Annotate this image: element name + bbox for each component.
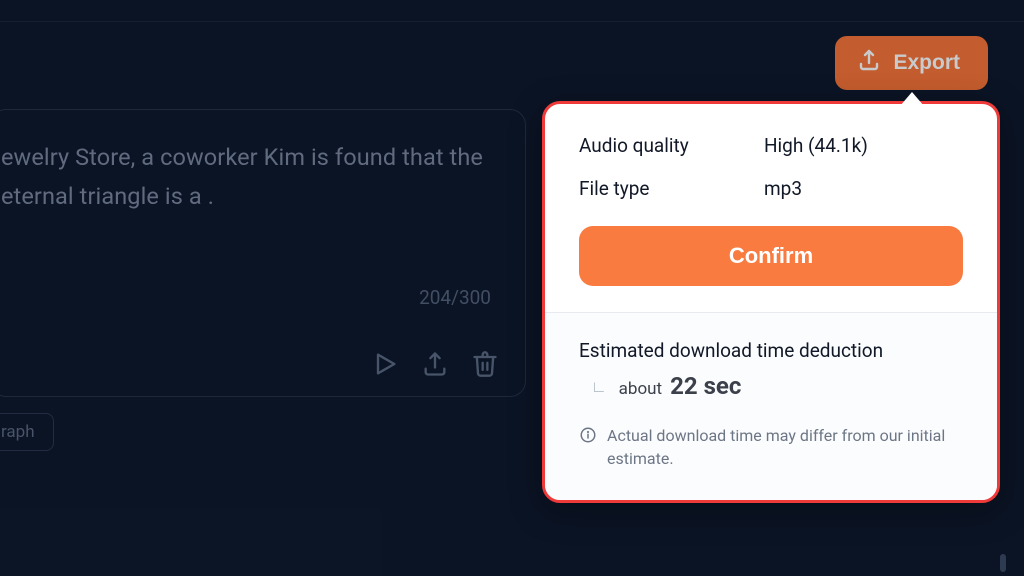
upload-icon: [857, 48, 881, 78]
export-button[interactable]: Export: [835, 36, 988, 90]
file-type-value[interactable]: mp3: [764, 177, 802, 200]
file-type-label: File type: [579, 177, 764, 200]
scrollbar-thumb[interactable]: [1000, 554, 1006, 572]
editor-card: ewelry Store, a coworker Kim is found th…: [0, 109, 526, 397]
tree-corner-icon: ∟: [591, 377, 607, 397]
play-icon[interactable]: [371, 350, 399, 378]
char-counter: 204/300: [419, 286, 491, 309]
estimate-value: 22 sec: [670, 372, 741, 400]
top-divider: [0, 21, 1024, 22]
popover-arrow: [900, 92, 924, 106]
estimate-note-text: Actual download time may differ from our…: [607, 424, 963, 470]
editor-action-row: [371, 350, 499, 378]
audio-quality-label: Audio quality: [579, 134, 764, 157]
estimate-about: about: [619, 379, 662, 399]
file-type-row: File type mp3: [579, 177, 963, 200]
confirm-button[interactable]: Confirm: [579, 226, 963, 286]
audio-quality-row: Audio quality High (44.1k): [579, 134, 963, 157]
estimate-line: ∟ about 22 sec: [591, 372, 963, 400]
paragraph-pill[interactable]: raph: [0, 413, 54, 451]
paragraph-pill-label: raph: [1, 422, 35, 442]
info-icon: [579, 426, 597, 444]
export-settings-section: Audio quality High (44.1k) File type mp3…: [545, 104, 997, 312]
editor-body-text[interactable]: ewelry Store, a coworker Kim is found th…: [1, 138, 491, 216]
estimate-title: Estimated download time deduction: [579, 339, 963, 362]
confirm-button-label: Confirm: [729, 243, 813, 268]
export-estimate-section: Estimated download time deduction ∟ abou…: [545, 313, 997, 500]
upload-icon[interactable]: [421, 350, 449, 378]
estimate-note: Actual download time may differ from our…: [579, 424, 963, 470]
trash-icon[interactable]: [471, 350, 499, 378]
audio-quality-value[interactable]: High (44.1k): [764, 134, 868, 157]
export-popover: Audio quality High (44.1k) File type mp3…: [542, 101, 1000, 503]
export-button-label: Export: [893, 51, 960, 75]
